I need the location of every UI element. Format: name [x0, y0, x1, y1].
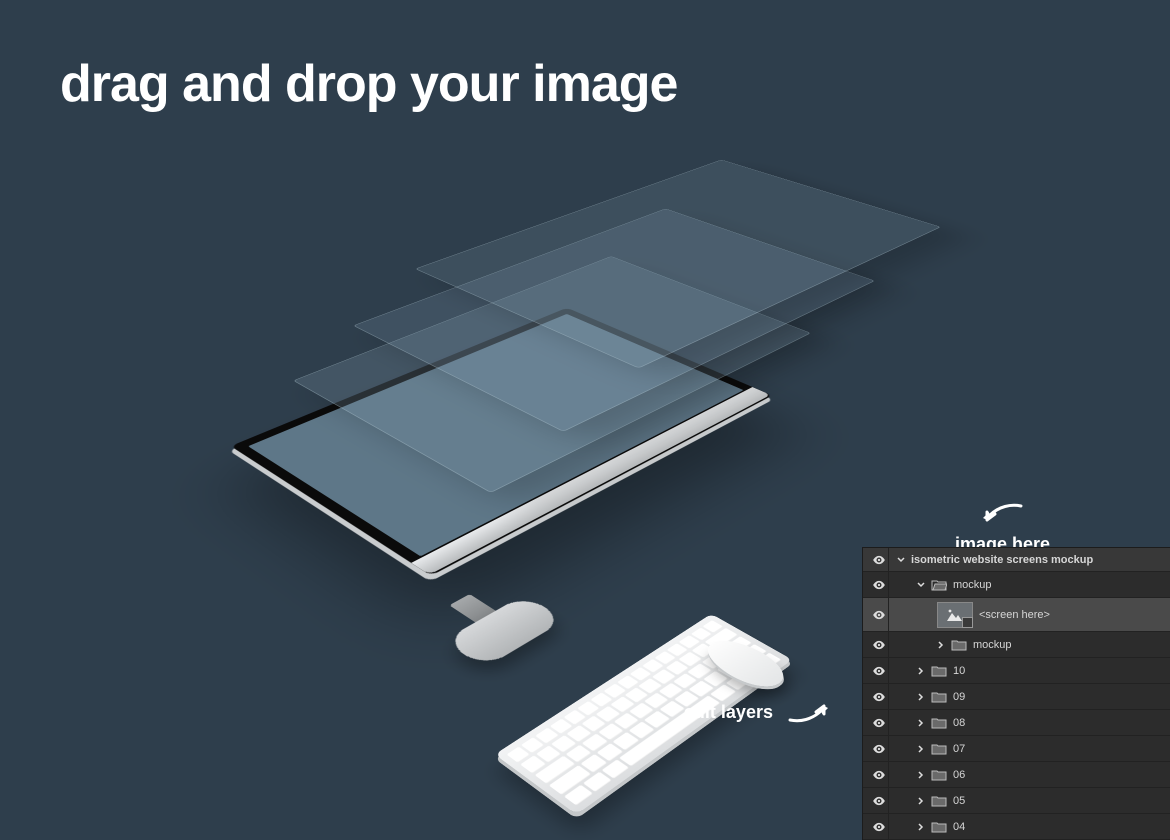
headline: drag and drop your image	[60, 54, 677, 114]
chevron-down-icon[interactable]	[917, 581, 925, 589]
layer-row-folder[interactable]: 07	[863, 736, 1170, 762]
chevron-right-icon[interactable]	[917, 667, 925, 675]
annotation-edit-layers: edit layers	[684, 700, 830, 726]
monitor-stand	[444, 595, 566, 669]
arrow-right-icon	[788, 700, 830, 726]
layer-row-folder[interactable]: 04	[863, 814, 1170, 840]
eye-icon[interactable]	[872, 555, 886, 565]
eye-icon[interactable]	[872, 692, 886, 702]
eye-icon[interactable]	[872, 666, 886, 676]
chevron-down-icon[interactable]	[897, 556, 905, 564]
layer-row-root[interactable]: isometric website screens mockup	[863, 548, 1170, 572]
layers-panel[interactable]: isometric website screens mockup mockup …	[862, 547, 1170, 840]
folder-icon	[931, 769, 947, 781]
eye-icon[interactable]	[872, 744, 886, 754]
chevron-right-icon[interactable]	[917, 823, 925, 831]
layer-row-inner-mockup[interactable]: mockup	[863, 632, 1170, 658]
layer-row-folder[interactable]: 05	[863, 788, 1170, 814]
layer-row-folder[interactable]: 08	[863, 710, 1170, 736]
arrow-left-icon	[981, 502, 1023, 528]
layer-row-screen-here[interactable]: <screen here>	[863, 598, 1170, 632]
layer-label: 07	[953, 743, 965, 755]
layer-label: mockup	[973, 639, 1012, 651]
layer-row-folder[interactable]: 10	[863, 658, 1170, 684]
eye-icon[interactable]	[872, 580, 886, 590]
chevron-right-icon[interactable]	[917, 797, 925, 805]
eye-icon[interactable]	[872, 718, 886, 728]
layer-label: isometric website screens mockup	[911, 554, 1093, 566]
layer-label: 05	[953, 795, 965, 807]
layer-row-folder[interactable]: 06	[863, 762, 1170, 788]
folder-icon	[931, 665, 947, 677]
layer-label: 09	[953, 691, 965, 703]
layer-label: mockup	[953, 579, 992, 591]
folder-icon	[931, 821, 947, 833]
folder-icon	[931, 743, 947, 755]
folder-icon	[931, 691, 947, 703]
chevron-right-icon[interactable]	[917, 771, 925, 779]
folder-icon	[931, 717, 947, 729]
layer-label: <screen here>	[979, 609, 1050, 621]
folder-icon	[951, 639, 967, 651]
eye-icon[interactable]	[872, 610, 886, 620]
layer-label: 06	[953, 769, 965, 781]
layer-row-folder[interactable]: 09	[863, 684, 1170, 710]
eye-icon[interactable]	[872, 770, 886, 780]
chevron-right-icon[interactable]	[917, 745, 925, 753]
annotation-edit-layers-label: edit layers	[684, 702, 773, 722]
eye-icon[interactable]	[872, 796, 886, 806]
eye-icon[interactable]	[872, 640, 886, 650]
layer-row-mockup-group[interactable]: mockup	[863, 572, 1170, 598]
chevron-right-icon[interactable]	[917, 693, 925, 701]
chevron-right-icon[interactable]	[917, 719, 925, 727]
chevron-right-icon[interactable]	[937, 641, 945, 649]
folder-icon	[931, 795, 947, 807]
folder-open-icon	[931, 579, 947, 591]
smart-object-icon	[937, 602, 973, 628]
eye-icon[interactable]	[872, 822, 886, 832]
layer-label: 08	[953, 717, 965, 729]
layer-label: 10	[953, 665, 965, 677]
layer-label: 04	[953, 821, 965, 833]
